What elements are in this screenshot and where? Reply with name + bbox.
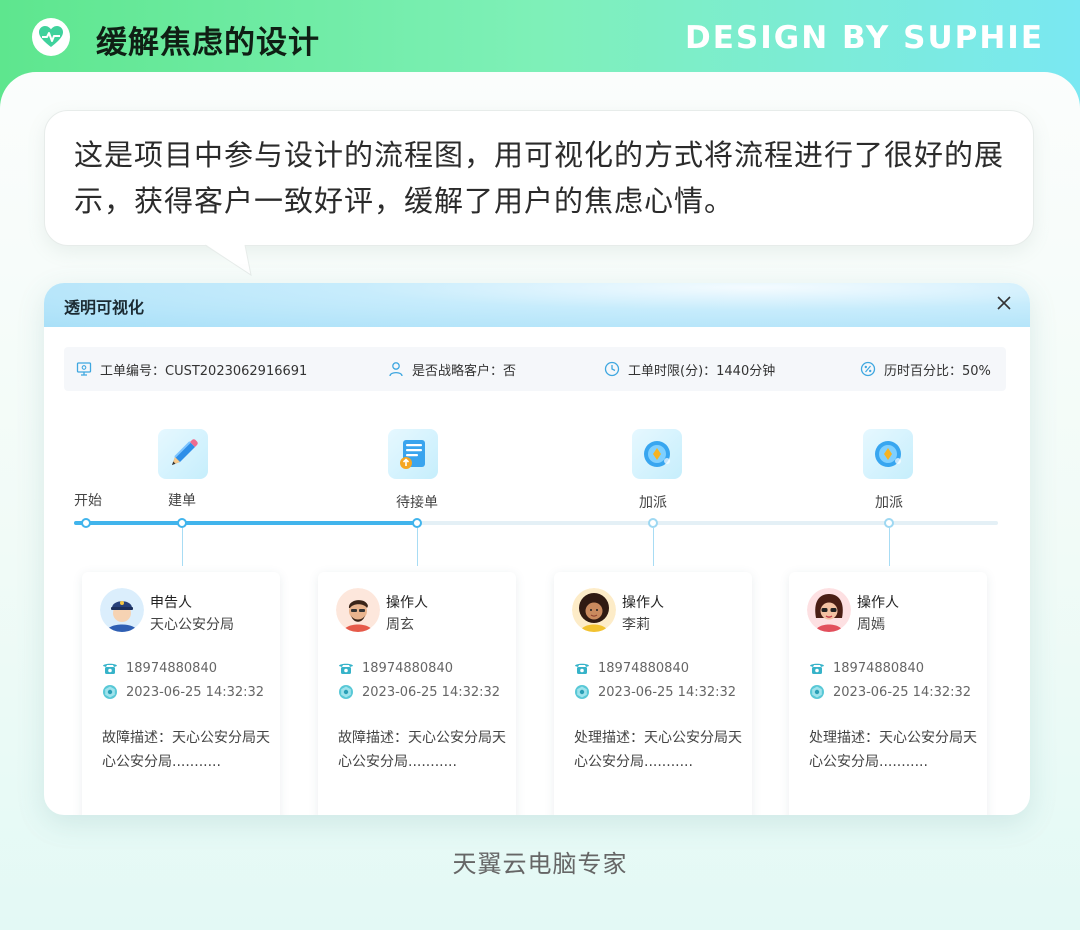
card-person: 周玄 [386, 617, 414, 633]
card-role: 操作人 [622, 595, 664, 611]
card-time: 2023-06-25 14:32:32 [338, 683, 500, 701]
card-time: 2023-06-25 14:32:32 [574, 683, 736, 701]
card-time: 2023-06-25 14:32:32 [102, 683, 264, 701]
card-role: 操作人 [857, 595, 899, 611]
heart-pulse-icon [32, 18, 70, 56]
dispatch-icon [632, 429, 682, 479]
police-avatar [100, 588, 144, 632]
step-label: 建单 [168, 493, 196, 509]
step-label: 加派 [639, 495, 667, 511]
phone-text: 18974880840 [362, 660, 453, 676]
page-title: 缓解焦虑的设计 [96, 25, 320, 61]
progress-fill [74, 521, 416, 525]
pencil-icon [158, 429, 208, 479]
phone-text: 18974880840 [126, 660, 217, 676]
phone-icon [575, 663, 589, 674]
card-person: 李莉 [622, 617, 650, 633]
card-phone: 18974880840 [574, 659, 689, 677]
time-text: 2023-06-25 14:32:32 [833, 684, 972, 700]
document-icon [388, 429, 438, 479]
card-role: 操作人 [386, 595, 428, 611]
card-description: 故障描述：天心公安分局天心公安分局........... [102, 730, 270, 770]
start-label: 开始 [74, 493, 102, 509]
time-text: 2023-06-25 14:32:32 [362, 684, 501, 700]
footer-caption: 天翼云电脑专家 [452, 850, 628, 878]
card-person: 周嫣 [857, 617, 885, 633]
man-avatar [336, 588, 380, 632]
step-card: 操作人 周玄 18974880840 2023-06-25 14:32:32 故… [318, 572, 516, 815]
timeline-node [412, 518, 422, 528]
connector-line [417, 528, 418, 566]
card-time: 2023-06-25 14:32:32 [809, 683, 971, 701]
step-label: 加派 [875, 495, 903, 511]
brand-text: DESIGN BY SUPHIE [685, 20, 1044, 56]
time-icon [810, 685, 824, 699]
step-label: 待接单 [396, 495, 438, 511]
card-description: 处理描述：天心公安分局天心公安分局........... [574, 730, 742, 770]
timeline-node [884, 518, 894, 528]
time-icon [103, 685, 117, 699]
timeline-node [81, 518, 91, 528]
card-phone: 18974880840 [809, 659, 924, 677]
timeline-node [177, 518, 187, 528]
dispatch-icon [863, 429, 913, 479]
time-text: 2023-06-25 14:32:32 [598, 684, 737, 700]
bubble-tail [205, 244, 252, 277]
visualization-window: 透明可视化 工单编号：CUST2023062916691 是否战略客户：否 工单… [44, 283, 1030, 815]
card-phone: 18974880840 [102, 659, 217, 677]
step-card: 申告人 天心公安分局 18974880840 2023-06-25 14:32:… [82, 572, 280, 815]
phone-text: 18974880840 [598, 660, 689, 676]
phone-icon [103, 663, 117, 674]
card-role: 申告人 [150, 595, 192, 611]
intro-text: 这是项目中参与设计的流程图，用可视化的方式将流程进行了很好的展示，获得客户一致好… [74, 138, 1005, 218]
phone-text: 18974880840 [833, 660, 924, 676]
connector-line [182, 528, 183, 566]
phone-icon [810, 663, 824, 674]
flow-timeline: 开始 建单 待接单 加派 加派 申告人 天心公安分局 18974880840 2… [44, 283, 1030, 815]
card-person: 天心公安分局 [150, 617, 234, 633]
time-icon [575, 685, 589, 699]
header: 缓解焦虑的设计 DESIGN BY SUPHIE [0, 0, 1080, 80]
woman-curly-avatar [572, 588, 616, 632]
card-description: 处理描述：天心公安分局天心公安分局........... [809, 730, 977, 770]
connector-line [653, 528, 654, 566]
step-card: 操作人 周嫣 18974880840 2023-06-25 14:32:32 处… [789, 572, 987, 815]
timeline-node [648, 518, 658, 528]
woman-sunglasses-avatar [807, 588, 851, 632]
time-icon [339, 685, 353, 699]
card-phone: 18974880840 [338, 659, 453, 677]
step-card: 操作人 李莉 18974880840 2023-06-25 14:32:32 处… [554, 572, 752, 815]
time-text: 2023-06-25 14:32:32 [126, 684, 265, 700]
phone-icon [339, 663, 353, 674]
connector-line [889, 528, 890, 566]
card-description: 故障描述：天心公安分局天心公安分局........... [338, 730, 506, 770]
